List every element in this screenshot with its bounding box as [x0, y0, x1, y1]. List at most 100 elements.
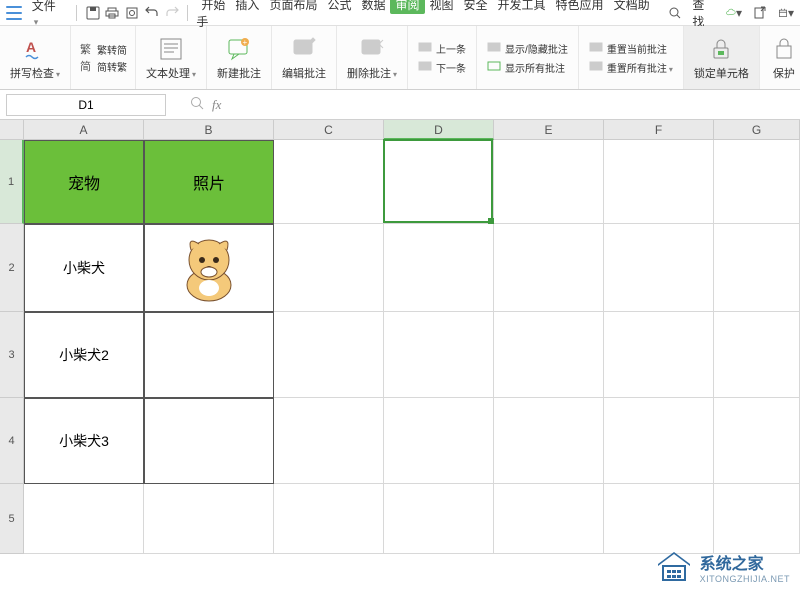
table-cell-B1[interactable]: 照片 — [144, 140, 274, 224]
cell-C1[interactable] — [274, 140, 384, 224]
menu-tab-9[interactable]: 特色应用 — [551, 0, 609, 14]
table-cell-A3[interactable]: 小柴犬2 — [24, 312, 144, 398]
table-cell-B2[interactable] — [144, 224, 274, 312]
ribbon-new-comment[interactable]: + 新建批注 — [207, 26, 272, 89]
protect-icon — [770, 35, 798, 63]
formula-bar: D1 fx — [0, 90, 800, 120]
menu-tab-4[interactable]: 数据 — [356, 0, 390, 14]
simp-to-trad[interactable]: 繁繁转简 — [79, 42, 127, 57]
ribbon-label: 删除批注 — [347, 65, 397, 81]
show-all-comments[interactable]: 显示所有批注 — [487, 60, 568, 75]
cell-D1[interactable] — [384, 140, 494, 224]
cell-E5[interactable] — [494, 484, 604, 554]
col-header-E[interactable]: E — [494, 120, 604, 140]
menu-tab-3[interactable]: 公式 — [322, 0, 356, 14]
watermark-title: 系统之家 — [700, 550, 790, 574]
fx-area: fx — [190, 95, 629, 115]
trad-to-simp[interactable]: 简简转繁 — [79, 59, 127, 74]
col-header-D[interactable]: D — [384, 120, 494, 140]
separator — [187, 5, 188, 21]
col-header-C[interactable]: C — [274, 120, 384, 140]
row-headers: 12345 — [0, 140, 24, 554]
cell-F3[interactable] — [604, 312, 714, 398]
cell-F4[interactable] — [604, 398, 714, 484]
prev-comment: 上一条 — [418, 41, 466, 56]
ribbon-spellcheck[interactable]: A 拼写检查 — [0, 26, 71, 89]
cell-B5[interactable] — [144, 484, 274, 554]
new-comment-icon: + — [225, 35, 253, 63]
ribbon-lock-cell[interactable]: 锁定单元格 — [684, 26, 760, 89]
row-header-2[interactable]: 2 — [0, 224, 24, 312]
menu-tab-6[interactable]: 视图 — [425, 0, 459, 14]
share-icon[interactable] — [752, 5, 768, 21]
menu-tab-2[interactable]: 页面布局 — [264, 0, 322, 14]
cell-D4[interactable] — [384, 398, 494, 484]
calendar-icon[interactable]: ▾ — [778, 5, 794, 21]
menu-tab-5[interactable]: 审阅 — [390, 0, 424, 14]
fx-icon[interactable]: fx — [212, 97, 221, 113]
cell-F1[interactable] — [604, 140, 714, 224]
cell-F2[interactable] — [604, 224, 714, 312]
search-icon[interactable] — [667, 5, 683, 21]
name-box[interactable]: D1 — [6, 94, 166, 116]
ribbon-protect[interactable]: 保护 — [760, 26, 800, 89]
table-cell-B4[interactable] — [144, 398, 274, 484]
ribbon-delete-comment: 删除批注 — [337, 26, 408, 89]
table-cell-A1[interactable]: 宠物 — [24, 140, 144, 224]
select-all-corner[interactable] — [0, 120, 24, 140]
cloud-sync-icon[interactable]: ▾ — [726, 5, 742, 21]
svg-text:A: A — [26, 39, 36, 55]
cell-A5[interactable] — [24, 484, 144, 554]
undo-icon[interactable] — [144, 5, 160, 21]
table-cell-A2[interactable]: 小柴犬 — [24, 224, 144, 312]
delete-comment-icon — [358, 35, 386, 63]
cell-G2[interactable] — [714, 224, 800, 312]
cell-G3[interactable] — [714, 312, 800, 398]
cell-E4[interactable] — [494, 398, 604, 484]
cell-D5[interactable] — [384, 484, 494, 554]
row-header-1[interactable]: 1 — [0, 140, 24, 224]
ribbon-label: 文本处理 — [146, 65, 196, 81]
cell-D3[interactable] — [384, 312, 494, 398]
ribbon-show-comments: 显示/隐藏批注 显示所有批注 — [477, 26, 579, 89]
cell-C4[interactable] — [274, 398, 384, 484]
cell-E3[interactable] — [494, 312, 604, 398]
cell-F5[interactable] — [604, 484, 714, 554]
row-header-5[interactable]: 5 — [0, 484, 24, 554]
table-cell-B3[interactable] — [144, 312, 274, 398]
ribbon-label: 编辑批注 — [282, 65, 326, 81]
row-header-4[interactable]: 4 — [0, 398, 24, 484]
formula-input[interactable] — [229, 95, 629, 115]
menu-tab-8[interactable]: 开发工具 — [493, 0, 551, 14]
cell-D2[interactable] — [384, 224, 494, 312]
row-header-3[interactable]: 3 — [0, 312, 24, 398]
ribbon-textproc[interactable]: 文本处理 — [136, 26, 207, 89]
cells-area[interactable]: 宠物照片小柴犬小柴犬2小柴犬3 — [24, 140, 800, 554]
print-preview-icon[interactable] — [124, 5, 140, 21]
lock-icon — [707, 35, 735, 63]
cell-G5[interactable] — [714, 484, 800, 554]
cell-C3[interactable] — [274, 312, 384, 398]
save-icon[interactable] — [85, 5, 101, 21]
cell-C5[interactable] — [274, 484, 384, 554]
cancel-icon[interactable] — [190, 96, 204, 113]
app-menu-icon[interactable] — [6, 6, 22, 20]
col-header-A[interactable]: A — [24, 120, 144, 140]
next-comment: 下一条 — [418, 60, 466, 75]
redo-icon[interactable] — [164, 5, 180, 21]
cell-E2[interactable] — [494, 224, 604, 312]
menu-tab-0[interactable]: 开始 — [196, 0, 230, 14]
cell-G4[interactable] — [714, 398, 800, 484]
watermark-sub: XITONGZHIJIA.NET — [700, 574, 790, 584]
col-header-G[interactable]: G — [714, 120, 800, 140]
menu-tab-1[interactable]: 插入 — [230, 0, 264, 14]
menu-tab-7[interactable]: 安全 — [459, 0, 493, 14]
ribbon: A 拼写检查 繁繁转简 简简转繁 文本处理 + 新建批注 编辑批注 删除批注 上… — [0, 26, 800, 90]
col-header-B[interactable]: B — [144, 120, 274, 140]
col-header-F[interactable]: F — [604, 120, 714, 140]
cell-C2[interactable] — [274, 224, 384, 312]
table-cell-A4[interactable]: 小柴犬3 — [24, 398, 144, 484]
cell-E1[interactable] — [494, 140, 604, 224]
print-icon[interactable] — [104, 5, 120, 21]
cell-G1[interactable] — [714, 140, 800, 224]
